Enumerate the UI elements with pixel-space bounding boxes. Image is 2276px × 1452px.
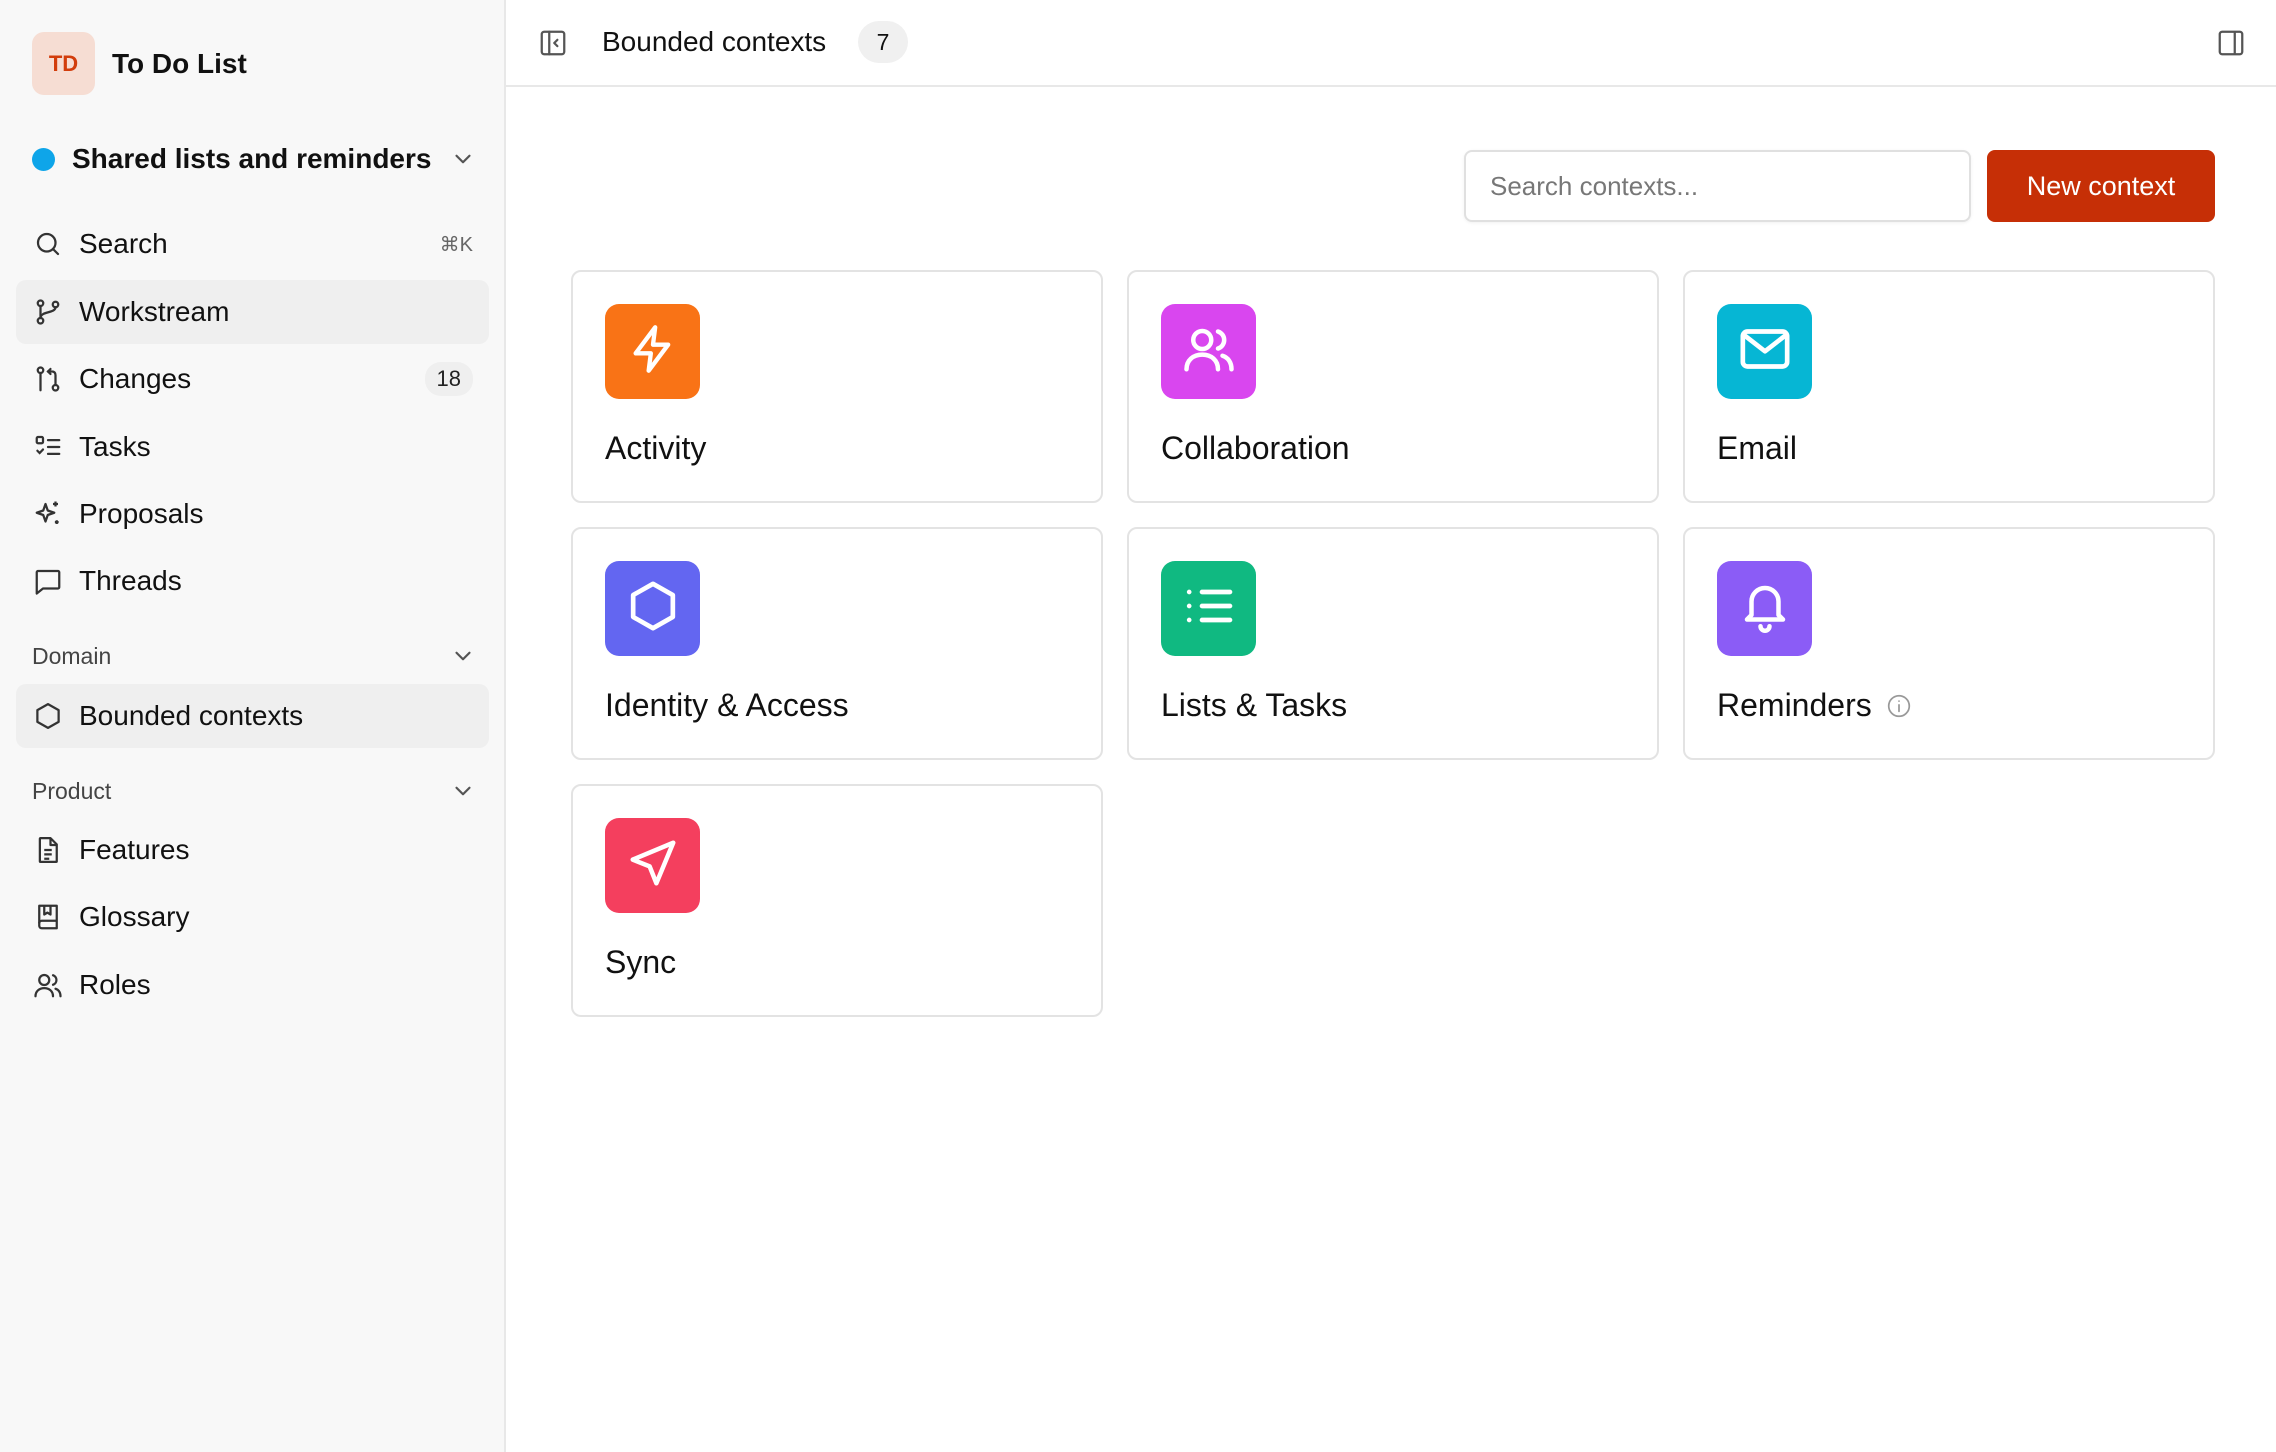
users-icon bbox=[1182, 322, 1236, 381]
project-name: Shared lists and reminders bbox=[72, 143, 432, 174]
sidebar: TD To Do List Shared lists and reminders… bbox=[0, 0, 506, 1452]
hexagon-icon bbox=[32, 700, 64, 732]
context-name: Lists & Tasks bbox=[1161, 687, 1348, 723]
chevron-down-icon bbox=[450, 643, 476, 674]
chevron-down-icon bbox=[450, 146, 476, 177]
context-name: Collaboration bbox=[1161, 430, 1350, 466]
info-icon[interactable] bbox=[1886, 693, 1912, 719]
sidebar-item-label: Features bbox=[79, 834, 190, 865]
sidebar-item-label: Tasks bbox=[79, 431, 151, 462]
mail-icon bbox=[1737, 321, 1793, 382]
file-text-icon bbox=[32, 834, 64, 866]
sidebar-item-threads[interactable]: Threads bbox=[16, 549, 489, 613]
context-tile bbox=[605, 304, 700, 399]
context-card-lists-tasks[interactable]: Lists & Tasks bbox=[1127, 527, 1659, 760]
context-name: Email bbox=[1717, 430, 1798, 466]
context-card-activity[interactable]: Activity bbox=[571, 270, 1103, 503]
changes-count-badge: 18 bbox=[424, 362, 473, 396]
sparkles-icon bbox=[32, 498, 64, 530]
lightning-icon bbox=[627, 323, 679, 380]
context-card-reminders[interactable]: Reminders bbox=[1683, 527, 2215, 760]
sidebar-item-workstream[interactable]: Workstream bbox=[16, 280, 489, 344]
sidebar-item-label: Threads bbox=[79, 565, 182, 596]
context-name: Sync bbox=[605, 944, 677, 980]
users-icon bbox=[32, 969, 64, 1001]
context-name: Activity bbox=[605, 430, 707, 466]
section-label: Domain bbox=[32, 642, 112, 669]
new-context-button[interactable]: New context bbox=[1987, 150, 2215, 222]
context-tile bbox=[1161, 304, 1256, 399]
context-card-sync[interactable]: Sync bbox=[571, 784, 1103, 1017]
context-tile bbox=[605, 818, 700, 913]
context-card-collaboration[interactable]: Collaboration bbox=[1127, 270, 1659, 503]
workspace-name: To Do List bbox=[112, 47, 247, 79]
project-switcher[interactable]: Shared lists and reminders bbox=[32, 140, 476, 178]
section-label: Product bbox=[32, 777, 112, 804]
search-icon bbox=[32, 228, 64, 260]
section-product-header[interactable]: Product bbox=[32, 776, 476, 806]
bell-icon bbox=[1738, 579, 1792, 638]
sidebar-toggle-icon[interactable] bbox=[538, 28, 568, 63]
sidebar-item-changes[interactable]: Changes 18 bbox=[16, 347, 489, 411]
sidebar-item-label: Proposals bbox=[79, 498, 204, 529]
context-name: Reminders bbox=[1717, 687, 1872, 723]
search-shortcut: ⌘K bbox=[439, 233, 473, 256]
message-square-icon bbox=[32, 565, 64, 597]
hexagon-icon bbox=[625, 578, 681, 639]
sidebar-item-glossary[interactable]: Glossary bbox=[16, 885, 489, 949]
section-domain-header[interactable]: Domain bbox=[32, 641, 476, 671]
project-color-dot bbox=[32, 147, 55, 171]
workspace-avatar: TD bbox=[32, 32, 95, 95]
git-branch-icon bbox=[32, 296, 64, 328]
context-tile bbox=[1717, 304, 1812, 399]
sidebar-item-proposals[interactable]: Proposals bbox=[16, 482, 489, 546]
context-tile bbox=[1161, 561, 1256, 656]
search-contexts-input[interactable] bbox=[1464, 150, 1971, 222]
sidebar-item-label: Search bbox=[79, 228, 168, 259]
page-title: Bounded contexts bbox=[602, 26, 827, 57]
sidebar-item-search[interactable]: Search ⌘K bbox=[16, 212, 489, 276]
context-tile bbox=[605, 561, 700, 656]
workspace-brand[interactable]: TD To Do List bbox=[32, 32, 247, 95]
context-count-badge: 7 bbox=[858, 21, 908, 63]
sidebar-item-label: Glossary bbox=[79, 901, 190, 932]
context-card-email[interactable]: Email bbox=[1683, 270, 2215, 503]
sidebar-item-tasks[interactable]: Tasks bbox=[16, 415, 489, 479]
context-tile bbox=[1717, 561, 1812, 656]
book-icon bbox=[32, 901, 64, 933]
sidebar-item-features[interactable]: Features bbox=[16, 818, 489, 882]
page-header: Bounded contexts 7 bbox=[506, 0, 2276, 87]
context-name: Identity & Access bbox=[605, 687, 849, 723]
sidebar-item-label: Bounded contexts bbox=[79, 700, 304, 731]
checklist-icon bbox=[32, 431, 64, 463]
list-icon bbox=[1181, 578, 1237, 639]
chevron-down-icon bbox=[450, 778, 476, 809]
git-compare-icon bbox=[32, 363, 64, 395]
sidebar-item-label: Changes bbox=[79, 363, 192, 394]
sidebar-item-roles[interactable]: Roles bbox=[16, 953, 489, 1017]
sidebar-item-label: Roles bbox=[79, 969, 151, 1000]
sidebar-item-label: Workstream bbox=[79, 296, 230, 327]
context-card-identity-access[interactable]: Identity & Access bbox=[571, 527, 1103, 760]
sidebar-item-bounded-contexts[interactable]: Bounded contexts bbox=[16, 684, 489, 748]
right-panel-toggle-icon[interactable] bbox=[2216, 28, 2246, 63]
send-icon bbox=[626, 836, 680, 895]
